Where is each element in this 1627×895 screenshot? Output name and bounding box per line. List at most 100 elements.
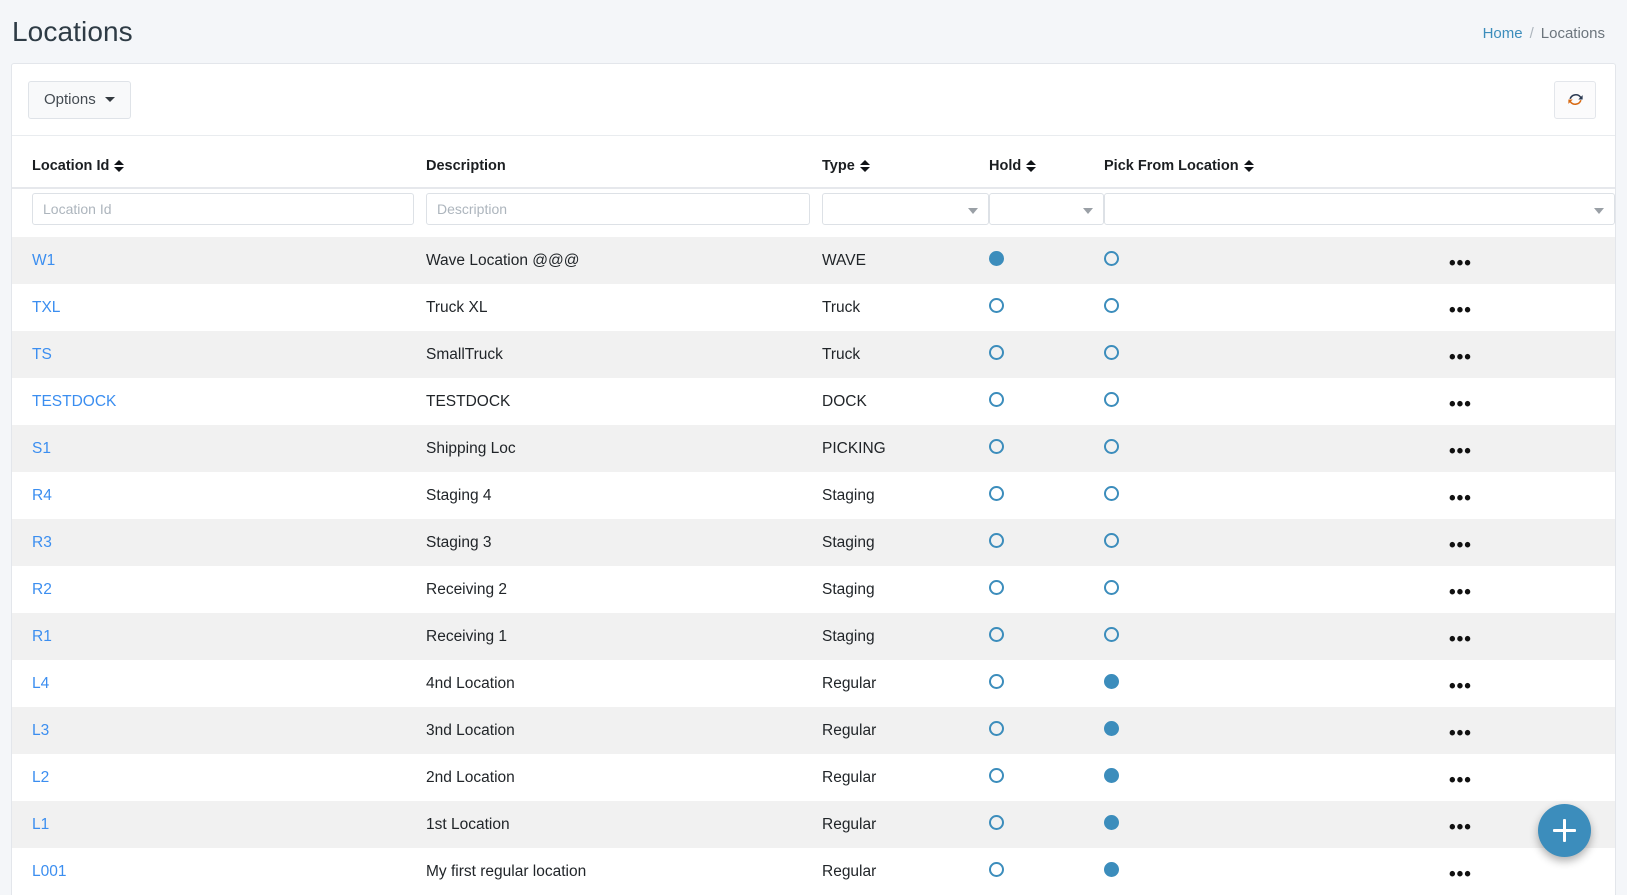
- pick-from-location-indicator-on-icon[interactable]: [1104, 768, 1119, 783]
- pick-from-location-indicator-on-icon[interactable]: [1104, 862, 1119, 877]
- hold-indicator-off-icon[interactable]: [989, 392, 1004, 407]
- location-id-link[interactable]: R1: [32, 628, 52, 645]
- table-row[interactable]: R1Receiving 1Staging•••: [12, 613, 1615, 660]
- pick-from-location-indicator-off-icon[interactable]: [1104, 439, 1119, 454]
- location-id-link[interactable]: W1: [32, 252, 55, 269]
- col-header-pick-from-location[interactable]: Pick From Location: [1104, 136, 1615, 188]
- pick-from-location-indicator-off-icon[interactable]: [1104, 392, 1119, 407]
- row-actions-menu-button[interactable]: •••: [1449, 724, 1472, 743]
- cell-description: TESTDOCK: [426, 378, 822, 425]
- hold-indicator-off-icon[interactable]: [989, 674, 1004, 689]
- cell-actions: •••: [1449, 331, 1615, 378]
- pick-from-location-filter-select[interactable]: [1104, 193, 1615, 225]
- description-filter-input[interactable]: [426, 193, 810, 225]
- cell-pick-from-location: [1104, 425, 1449, 472]
- cell-hold: [989, 848, 1104, 895]
- location-id-link[interactable]: L001: [32, 863, 66, 880]
- row-actions-menu-button[interactable]: •••: [1449, 818, 1472, 837]
- row-actions-menu-button[interactable]: •••: [1449, 771, 1472, 790]
- cell-actions: •••: [1449, 613, 1615, 660]
- cell-actions: •••: [1449, 754, 1615, 801]
- row-actions-menu-button[interactable]: •••: [1449, 583, 1472, 602]
- breadcrumb-home-link[interactable]: Home: [1483, 25, 1523, 42]
- hold-indicator-off-icon[interactable]: [989, 439, 1004, 454]
- pick-from-location-indicator-off-icon[interactable]: [1104, 298, 1119, 313]
- location-id-link[interactable]: TS: [32, 346, 52, 363]
- sort-icon[interactable]: [1026, 160, 1036, 172]
- table-row[interactable]: S1Shipping LocPICKING•••: [12, 425, 1615, 472]
- hold-indicator-off-icon[interactable]: [989, 721, 1004, 736]
- hold-indicator-off-icon[interactable]: [989, 580, 1004, 595]
- location-id-filter-input[interactable]: [32, 193, 414, 225]
- location-id-link[interactable]: R4: [32, 487, 52, 504]
- row-actions-menu-button[interactable]: •••: [1449, 348, 1472, 367]
- cell-location-id: L4: [12, 660, 426, 707]
- row-actions-menu-button[interactable]: •••: [1449, 442, 1472, 461]
- col-header-type[interactable]: Type: [822, 136, 989, 188]
- hold-indicator-off-icon[interactable]: [989, 533, 1004, 548]
- col-header-location-id[interactable]: Location Id: [12, 136, 426, 188]
- table-row[interactable]: TXLTruck XLTruck•••: [12, 284, 1615, 331]
- hold-indicator-off-icon[interactable]: [989, 486, 1004, 501]
- hold-indicator-off-icon[interactable]: [989, 768, 1004, 783]
- row-actions-menu-button[interactable]: •••: [1449, 677, 1472, 696]
- pick-from-location-indicator-on-icon[interactable]: [1104, 721, 1119, 736]
- location-id-link[interactable]: TESTDOCK: [32, 393, 116, 410]
- options-button[interactable]: Options: [28, 81, 131, 119]
- refresh-button[interactable]: [1554, 81, 1596, 119]
- table-row[interactable]: TSSmallTruckTruck•••: [12, 331, 1615, 378]
- cell-pick-from-location: [1104, 801, 1449, 848]
- table-row[interactable]: R4Staging 4Staging•••: [12, 472, 1615, 519]
- pick-from-location-indicator-off-icon[interactable]: [1104, 627, 1119, 642]
- row-actions-menu-button[interactable]: •••: [1449, 536, 1472, 555]
- table-row[interactable]: L22nd LocationRegular•••: [12, 754, 1615, 801]
- row-actions-menu-button[interactable]: •••: [1449, 301, 1472, 320]
- pick-from-location-indicator-off-icon[interactable]: [1104, 345, 1119, 360]
- cell-pick-from-location: [1104, 660, 1449, 707]
- sort-icon[interactable]: [1244, 160, 1254, 172]
- sort-icon[interactable]: [860, 160, 870, 172]
- cell-type: Staging: [822, 613, 989, 660]
- location-id-link[interactable]: L2: [32, 769, 49, 786]
- row-actions-menu-button[interactable]: •••: [1449, 254, 1472, 273]
- table-row[interactable]: L11st LocationRegular•••: [12, 801, 1615, 848]
- location-id-link[interactable]: S1: [32, 440, 51, 457]
- row-actions-menu-button[interactable]: •••: [1449, 630, 1472, 649]
- hold-indicator-on-icon[interactable]: [989, 251, 1004, 266]
- type-filter-select[interactable]: [822, 193, 989, 225]
- hold-filter-select[interactable]: [989, 193, 1104, 225]
- add-location-fab[interactable]: [1538, 804, 1591, 857]
- location-id-link[interactable]: L3: [32, 722, 49, 739]
- table-row[interactable]: L001My first regular locationRegular•••: [12, 848, 1615, 895]
- col-header-hold[interactable]: Hold: [989, 136, 1104, 188]
- location-id-link[interactable]: R3: [32, 534, 52, 551]
- row-actions-menu-button[interactable]: •••: [1449, 865, 1472, 884]
- hold-indicator-off-icon[interactable]: [989, 815, 1004, 830]
- col-header-description[interactable]: Description: [426, 136, 822, 188]
- location-id-link[interactable]: R2: [32, 581, 52, 598]
- page-right-gutter: [1616, 0, 1627, 895]
- hold-indicator-off-icon[interactable]: [989, 862, 1004, 877]
- location-id-link[interactable]: L4: [32, 675, 49, 692]
- pick-from-location-indicator-off-icon[interactable]: [1104, 580, 1119, 595]
- row-actions-menu-button[interactable]: •••: [1449, 395, 1472, 414]
- location-id-link[interactable]: L1: [32, 816, 49, 833]
- table-row[interactable]: L44nd LocationRegular•••: [12, 660, 1615, 707]
- pick-from-location-indicator-off-icon[interactable]: [1104, 486, 1119, 501]
- cell-description: Staging 3: [426, 519, 822, 566]
- hold-indicator-off-icon[interactable]: [989, 345, 1004, 360]
- location-id-link[interactable]: TXL: [32, 299, 60, 316]
- pick-from-location-indicator-off-icon[interactable]: [1104, 251, 1119, 266]
- table-row[interactable]: TESTDOCKTESTDOCKDOCK•••: [12, 378, 1615, 425]
- table-row[interactable]: R2Receiving 2Staging•••: [12, 566, 1615, 613]
- table-row[interactable]: W1Wave Location @@@WAVE•••: [12, 237, 1615, 284]
- hold-indicator-off-icon[interactable]: [989, 627, 1004, 642]
- row-actions-menu-button[interactable]: •••: [1449, 489, 1472, 508]
- table-row[interactable]: R3Staging 3Staging•••: [12, 519, 1615, 566]
- table-row[interactable]: L33nd LocationRegular•••: [12, 707, 1615, 754]
- pick-from-location-indicator-off-icon[interactable]: [1104, 533, 1119, 548]
- sort-icon[interactable]: [114, 160, 124, 172]
- pick-from-location-indicator-on-icon[interactable]: [1104, 815, 1119, 830]
- pick-from-location-indicator-on-icon[interactable]: [1104, 674, 1119, 689]
- hold-indicator-off-icon[interactable]: [989, 298, 1004, 313]
